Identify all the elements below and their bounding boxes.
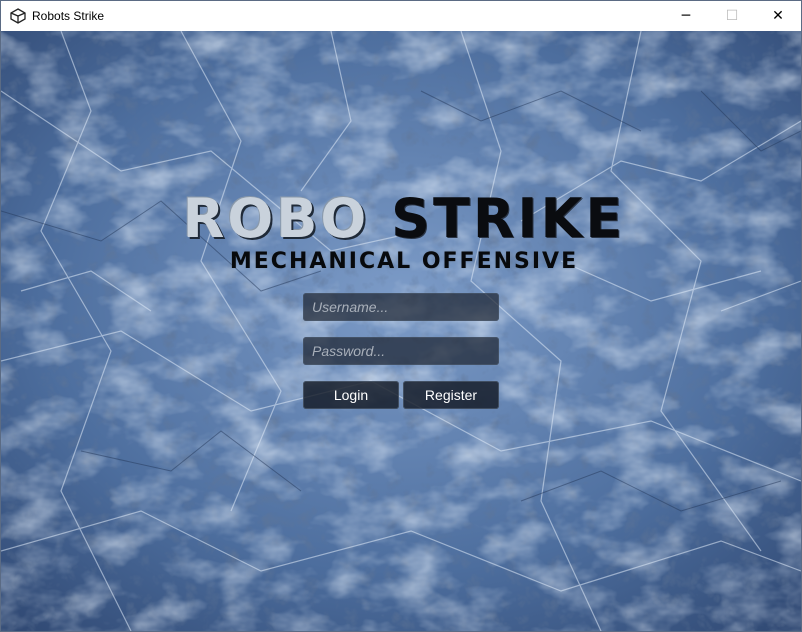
login-form: Login Register bbox=[303, 293, 499, 409]
logo-subtitle: MECHANICAL OFFENSIVE bbox=[229, 249, 579, 274]
game-logo: ROBO STRIKE MECHANICAL OFFENSIVE bbox=[119, 191, 689, 281]
minimize-button[interactable]: ─ bbox=[663, 1, 709, 31]
username-input[interactable] bbox=[303, 293, 499, 321]
logo-word-strike: STRIKE bbox=[391, 187, 626, 250]
password-field-container bbox=[303, 337, 499, 365]
app-window: Robots Strike ─ ☐ ✕ ROBO STRIKE MECHANIC… bbox=[0, 0, 802, 632]
maximize-button[interactable]: ☐ bbox=[709, 1, 755, 31]
username-field-container bbox=[303, 293, 499, 321]
password-input[interactable] bbox=[303, 337, 499, 365]
logo-word-robo: ROBO bbox=[182, 187, 370, 250]
button-row: Login Register bbox=[303, 381, 499, 409]
logo-title: ROBO STRIKE bbox=[119, 191, 689, 247]
register-button[interactable]: Register bbox=[403, 381, 499, 409]
title-bar[interactable]: Robots Strike ─ ☐ ✕ bbox=[1, 1, 801, 31]
window-controls: ─ ☐ ✕ bbox=[663, 1, 801, 31]
window-title: Robots Strike bbox=[32, 9, 105, 23]
login-button[interactable]: Login bbox=[303, 381, 399, 409]
unity-icon bbox=[10, 8, 26, 24]
close-button[interactable]: ✕ bbox=[755, 1, 801, 31]
game-viewport: ROBO STRIKE MECHANICAL OFFENSIVE Login R… bbox=[1, 31, 801, 631]
